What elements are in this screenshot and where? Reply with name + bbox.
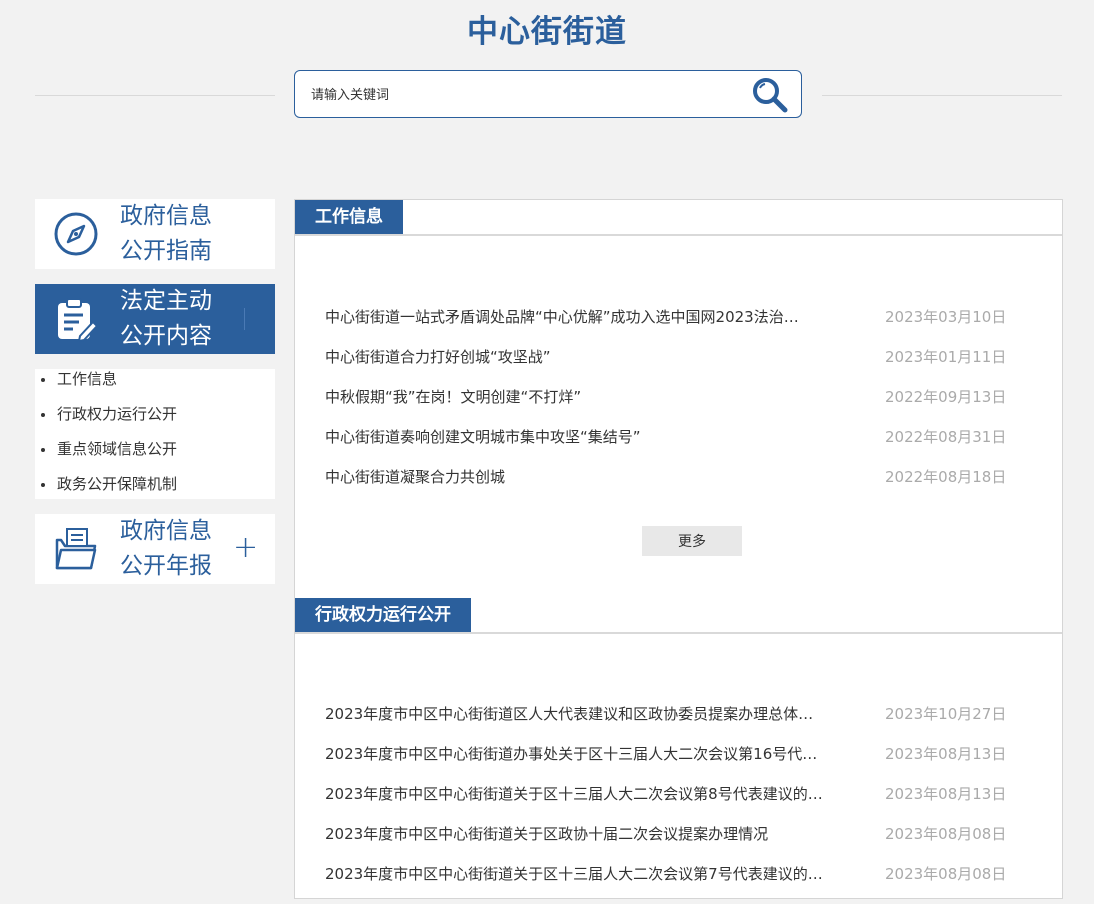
- sidebar-card-disclosure-guide[interactable]: 政府信息 公开指南: [35, 199, 275, 269]
- sidebar-card-label-line1: 法定主动: [120, 288, 212, 314]
- section-header-admin-power: 行政权力运行公开: [295, 598, 1062, 634]
- news-date: 2023年08月13日: [885, 745, 1007, 763]
- news-title[interactable]: 中心街街道合力打好创城“攻坚战”: [325, 347, 850, 367]
- sidebar-item-admin-power[interactable]: 行政权力运行公开: [35, 404, 275, 439]
- divider-left: [35, 95, 275, 96]
- news-title[interactable]: 2023年度市中区中心街街道关于区十三届人大二次会议第7号代表建议的…: [325, 864, 850, 884]
- collapse-minus-icon[interactable]: [244, 308, 245, 330]
- search-input[interactable]: [309, 83, 733, 107]
- divider-right: [822, 95, 1062, 96]
- sidebar-card-statutory-disclosure[interactable]: 法定主动 公开内容: [35, 284, 275, 354]
- sidebar-item-guarantee-mechanism[interactable]: 政务公开保障机制: [35, 474, 275, 509]
- sidebar-item-work-info[interactable]: 工作信息: [35, 369, 275, 404]
- site-title: 中心街街道: [467, 14, 627, 50]
- news-item[interactable]: 中心街街道奏响创建文明城市集中攻坚“集结号” 2022年08月31日: [325, 427, 1015, 467]
- expand-plus-icon[interactable]: +: [233, 531, 258, 565]
- news-item[interactable]: 2023年度市中区中心街街道关于区十三届人大二次会议第8号代表建议的… 2023…: [325, 784, 1015, 824]
- news-date: 2023年01月11日: [885, 348, 1007, 366]
- news-item[interactable]: 中心街街道合力打好创城“攻坚战” 2023年01月11日: [325, 347, 1015, 387]
- sidebar-card-label-line2: 公开内容: [120, 323, 212, 349]
- news-item[interactable]: 中心街街道凝聚合力共创城 2022年08月18日: [325, 467, 1015, 507]
- sidebar-card-label-line2: 公开年报: [120, 553, 212, 579]
- news-title[interactable]: 2023年度市中区中心街街道关于区十三届人大二次会议第8号代表建议的…: [325, 784, 850, 804]
- compass-icon: [53, 211, 99, 257]
- news-title[interactable]: 2023年度市中区中心街街道关于区政协十届二次会议提案办理情况: [325, 824, 850, 844]
- sidebar-card-label-line1: 政府信息: [120, 203, 212, 229]
- news-date: 2022年08月31日: [885, 428, 1007, 446]
- news-item[interactable]: 中秋假期“我”在岗！文明创建“不打烊” 2022年09月13日: [325, 387, 1015, 427]
- news-date: 2023年08月08日: [885, 865, 1007, 883]
- news-date: 2023年08月08日: [885, 825, 1007, 843]
- news-item[interactable]: 2023年度市中区中心街街道关于区十三届人大二次会议第7号代表建议的… 2023…: [325, 864, 1015, 904]
- section-header-work-info: 工作信息: [295, 200, 1062, 236]
- news-item[interactable]: 2023年度市中区中心街街道办事处关于区十三届人大二次会议第16号代… 2023…: [325, 744, 1015, 784]
- news-item[interactable]: 2023年度市中区中心街街道关于区政协十届二次会议提案办理情况 2023年08月…: [325, 824, 1015, 864]
- clipboard-edit-icon: [53, 296, 99, 343]
- news-date: 2023年03月10日: [885, 308, 1007, 326]
- folder-document-icon: [53, 526, 99, 572]
- search-bar: [294, 70, 802, 118]
- news-date: 2022年08月18日: [885, 468, 1007, 486]
- news-title[interactable]: 中秋假期“我”在岗！文明创建“不打烊”: [325, 387, 850, 407]
- news-title[interactable]: 中心街街道奏响创建文明城市集中攻坚“集结号”: [325, 427, 850, 447]
- more-button[interactable]: 更多: [642, 526, 742, 556]
- news-title[interactable]: 2023年度市中区中心街街道区人大代表建议和区政协委员提案办理总体…: [325, 704, 850, 724]
- section-title[interactable]: 行政权力运行公开: [295, 598, 471, 632]
- sidebar-item-key-areas[interactable]: 重点领域信息公开: [35, 439, 275, 474]
- sidebar-card-label-line2: 公开指南: [120, 238, 212, 264]
- section-title[interactable]: 工作信息: [295, 200, 403, 234]
- news-date: 2023年08月13日: [885, 785, 1007, 803]
- news-item[interactable]: 中心街街道一站式矛盾调处品牌“中心优解”成功入选中国网2023法治… 2023年…: [325, 307, 1015, 347]
- news-date: 2022年09月13日: [885, 388, 1007, 406]
- main-content-panel: 工作信息 中心街街道一站式矛盾调处品牌“中心优解”成功入选中国网2023法治… …: [294, 199, 1063, 899]
- sidebar-card-label-line1: 政府信息: [120, 518, 212, 544]
- sidebar-card-annual-report[interactable]: 政府信息 公开年报 +: [35, 514, 275, 584]
- search-icon[interactable]: [751, 76, 789, 114]
- news-title[interactable]: 中心街街道一站式矛盾调处品牌“中心优解”成功入选中国网2023法治…: [325, 307, 850, 327]
- news-title[interactable]: 中心街街道凝聚合力共创城: [325, 467, 850, 487]
- news-title[interactable]: 2023年度市中区中心街街道办事处关于区十三届人大二次会议第16号代…: [325, 744, 850, 764]
- sidebar-sublist: 工作信息 行政权力运行公开 重点领域信息公开 政务公开保障机制: [35, 369, 275, 499]
- news-item[interactable]: 2023年度市中区中心街街道区人大代表建议和区政协委员提案办理总体… 2023年…: [325, 704, 1015, 744]
- news-date: 2023年10月27日: [885, 705, 1007, 723]
